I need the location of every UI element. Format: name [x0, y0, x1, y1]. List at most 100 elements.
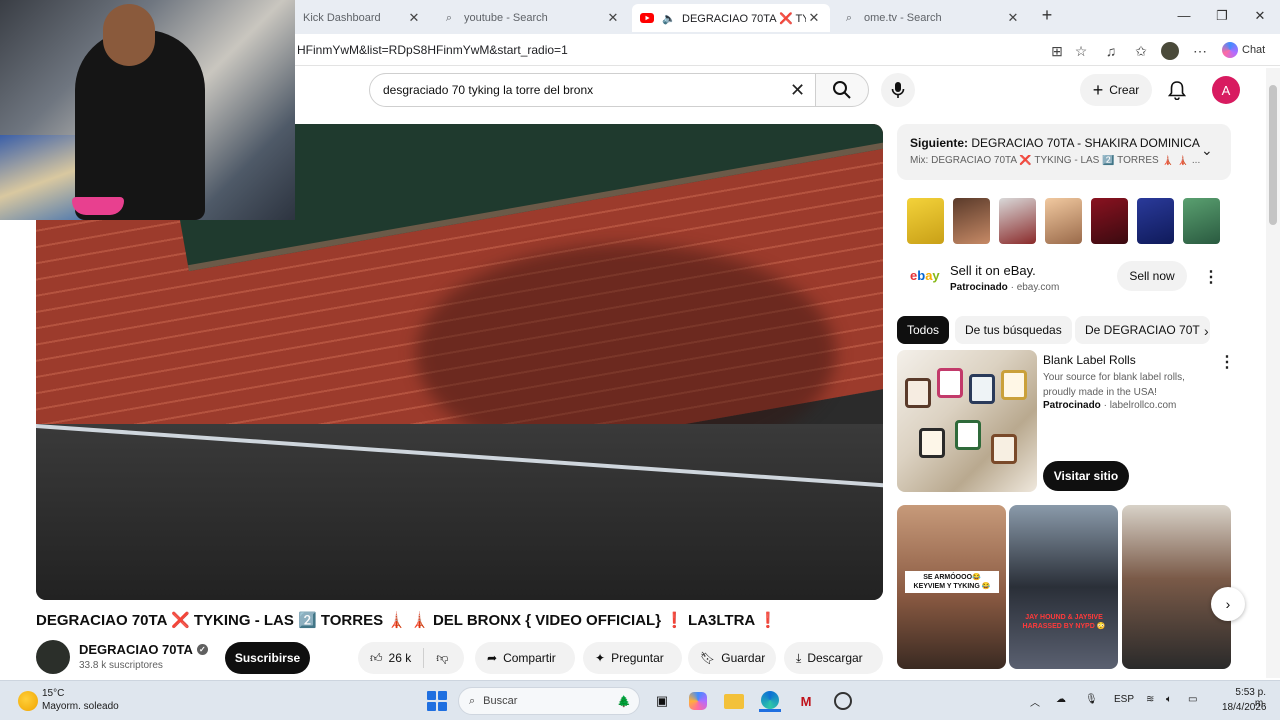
- product-thumb[interactable]: [1045, 198, 1082, 244]
- onedrive-cloud-icon[interactable]: ☁: [1056, 694, 1066, 705]
- close-icon[interactable]: ✕: [605, 10, 621, 26]
- shorts-next-arrow-icon[interactable]: ›: [1211, 587, 1245, 621]
- apps-icon[interactable]: ⊞: [1048, 42, 1066, 60]
- product-thumb[interactable]: [999, 198, 1036, 244]
- favorite-star-icon[interactable]: ☆: [1072, 42, 1090, 60]
- dislike-button[interactable]: 👎︎: [436, 651, 448, 666]
- copilot-chat-button[interactable]: Chat: [1222, 42, 1265, 58]
- webcam-overlay: [0, 0, 295, 220]
- like-button[interactable]: 👍︎ 26 k: [370, 651, 411, 666]
- voice-search-button[interactable]: [881, 73, 915, 107]
- youtube-search-input[interactable]: desgraciado 70 tyking la torre del bronx: [369, 73, 816, 107]
- like-dislike-group: 👍︎ 26 k 👎︎: [358, 642, 464, 674]
- favorites-icon[interactable]: ✩: [1132, 42, 1150, 60]
- chevron-right-icon[interactable]: ›: [1204, 323, 1209, 339]
- notifications-button[interactable]: [1165, 78, 1189, 102]
- copilot-app-icon[interactable]: [687, 690, 709, 712]
- battery-icon[interactable]: ▭: [1188, 694, 1197, 705]
- edge-browser-icon[interactable]: [759, 690, 781, 712]
- chip-channel[interactable]: De DEGRACIAO 70T: [1075, 316, 1210, 344]
- channel-name-row[interactable]: DEGRACIAO 70TA ✓: [79, 642, 208, 657]
- ask-button[interactable]: ✦ Preguntar: [583, 642, 682, 674]
- ad-title[interactable]: Blank Label Rolls: [1043, 353, 1136, 367]
- product-thumb[interactable]: [907, 198, 944, 244]
- ad-image[interactable]: [897, 350, 1037, 492]
- product-thumb[interactable]: [1137, 198, 1174, 244]
- profile-avatar-icon[interactable]: [1161, 42, 1179, 60]
- filter-chips: Todos De tus búsquedas De DEGRACIAO 70T: [897, 316, 1231, 344]
- chevron-down-icon[interactable]: ⌄: [1201, 142, 1213, 159]
- short-thumbnail[interactable]: JAY HOUND & JAY5IVE HARASSED BY NYPD 😳: [1009, 505, 1118, 669]
- scrollbar-thumb[interactable]: [1269, 85, 1277, 225]
- more-vert-icon[interactable]: ⋮: [1203, 267, 1219, 287]
- label-roll: [919, 428, 945, 458]
- show-hidden-icons[interactable]: ︿: [1030, 694, 1040, 709]
- tab-ometv-search[interactable]: ⌕ ome.tv - Search ✕: [834, 4, 1029, 32]
- download-button[interactable]: ⤓ Descargar: [784, 642, 883, 674]
- sparkle-icon: ✦: [595, 651, 606, 665]
- media-control-icon[interactable]: ♫: [1102, 42, 1120, 60]
- new-tab-plus-icon[interactable]: +: [1037, 5, 1057, 26]
- mcafee-icon[interactable]: M: [795, 690, 817, 712]
- close-icon[interactable]: ✕: [1005, 10, 1021, 26]
- account-avatar[interactable]: A: [1212, 76, 1240, 104]
- clear-search-icon[interactable]: ✕: [790, 80, 805, 101]
- up-next-prefix: Siguiente:: [910, 136, 969, 150]
- thumbs-up-icon: 👍︎: [370, 650, 383, 665]
- product-thumb[interactable]: [953, 198, 990, 244]
- youtube-icon: [640, 11, 654, 25]
- short-thumbnail[interactable]: SE ARMÓOOO😂 KEYVIEM Y TYKING 😂: [897, 505, 1006, 669]
- channel-avatar[interactable]: [36, 640, 70, 674]
- subscribe-button[interactable]: Suscribirse: [225, 642, 310, 674]
- sun-weather-icon[interactable]: [18, 691, 38, 711]
- up-next-mix: Mix: DEGRACIAO 70TA ❌ TYKING - LAS 2️⃣ T…: [910, 155, 1200, 166]
- tab-youtube-video[interactable]: 🔈 DEGRACIAO 70TA ❌ TYKING ✕: [632, 4, 830, 32]
- share-button[interactable]: ➦ Compartir: [475, 642, 575, 674]
- window-close-icon[interactable]: ✕: [1250, 8, 1270, 24]
- weather-description[interactable]: Mayorm. soleado: [42, 701, 119, 712]
- close-icon[interactable]: ✕: [806, 10, 822, 26]
- create-button[interactable]: + Crear: [1080, 74, 1152, 106]
- download-label: Descargar: [807, 651, 863, 665]
- microphone-tray-icon[interactable]: 🎙︎: [1085, 694, 1098, 705]
- product-thumb[interactable]: [1183, 198, 1220, 244]
- ad-title[interactable]: Sell it on eBay.: [950, 263, 1036, 278]
- ad-meta: Patrocinado · ebay.com: [950, 282, 1060, 293]
- windows-start-icon[interactable]: [427, 691, 447, 711]
- sell-now-button[interactable]: Sell now: [1117, 261, 1187, 291]
- microphone-icon: [891, 82, 905, 98]
- url-field[interactable]: HFinmYwM&list=RDpS8HFinmYwM&start_radio=…: [297, 43, 568, 57]
- minimize-icon[interactable]: —: [1174, 8, 1194, 23]
- file-explorer-icon[interactable]: [723, 690, 745, 712]
- wifi-icon[interactable]: ≋: [1146, 694, 1154, 705]
- search-button[interactable]: [815, 73, 869, 107]
- close-icon[interactable]: ✕: [406, 10, 422, 26]
- volume-icon[interactable]: 🔈︎: [1166, 694, 1172, 705]
- maximize-icon[interactable]: ❐: [1212, 8, 1232, 24]
- weather-temperature[interactable]: 15°C: [42, 688, 64, 699]
- chip-todos[interactable]: Todos: [897, 316, 950, 344]
- more-options-icon[interactable]: ⋯: [1191, 42, 1209, 60]
- input-language[interactable]: ESP: [1114, 694, 1134, 705]
- product-thumb[interactable]: [1091, 198, 1128, 244]
- more-vert-icon[interactable]: ⋮: [1219, 352, 1235, 372]
- short-caption: [1130, 635, 1224, 639]
- up-next-panel[interactable]: Siguiente: DEGRACIAO 70TA - SHAKIRA DOMI…: [897, 124, 1231, 180]
- label-rolls-ad-card[interactable]: Blank Label Rolls Your source for blank …: [897, 350, 1235, 492]
- tab-kick-dashboard[interactable]: Kick Dashboard ✕: [295, 4, 430, 32]
- task-view-icon[interactable]: ▣: [651, 690, 673, 712]
- speaker-icon[interactable]: 🔈: [662, 11, 676, 25]
- chip-de-tus-busquedas[interactable]: De tus búsquedas: [955, 316, 1072, 344]
- taskbar-search[interactable]: ⌕ Buscar 🌲: [458, 687, 640, 715]
- obs-app-icon[interactable]: [832, 690, 854, 712]
- label-roll: [991, 434, 1017, 464]
- clock-date[interactable]: 18/4/2026: [1222, 702, 1267, 713]
- visit-site-button[interactable]: Visitar sitio: [1043, 461, 1129, 491]
- up-next-video: DEGRACIAO 70TA - SHAKIRA DOMINICA...: [971, 136, 1200, 150]
- channel-name[interactable]: DEGRACIAO 70TA: [79, 642, 193, 657]
- ebay-ad-card[interactable]: ebay Sell it on eBay. Patrocinado · ebay…: [897, 192, 1231, 302]
- webcam-bowl: [72, 197, 124, 215]
- save-button[interactable]: 🔖︎ Guardar: [688, 642, 776, 674]
- tab-youtube-search[interactable]: ⌕ youtube - Search ✕: [434, 4, 629, 32]
- short-thumbnail[interactable]: [1122, 505, 1231, 669]
